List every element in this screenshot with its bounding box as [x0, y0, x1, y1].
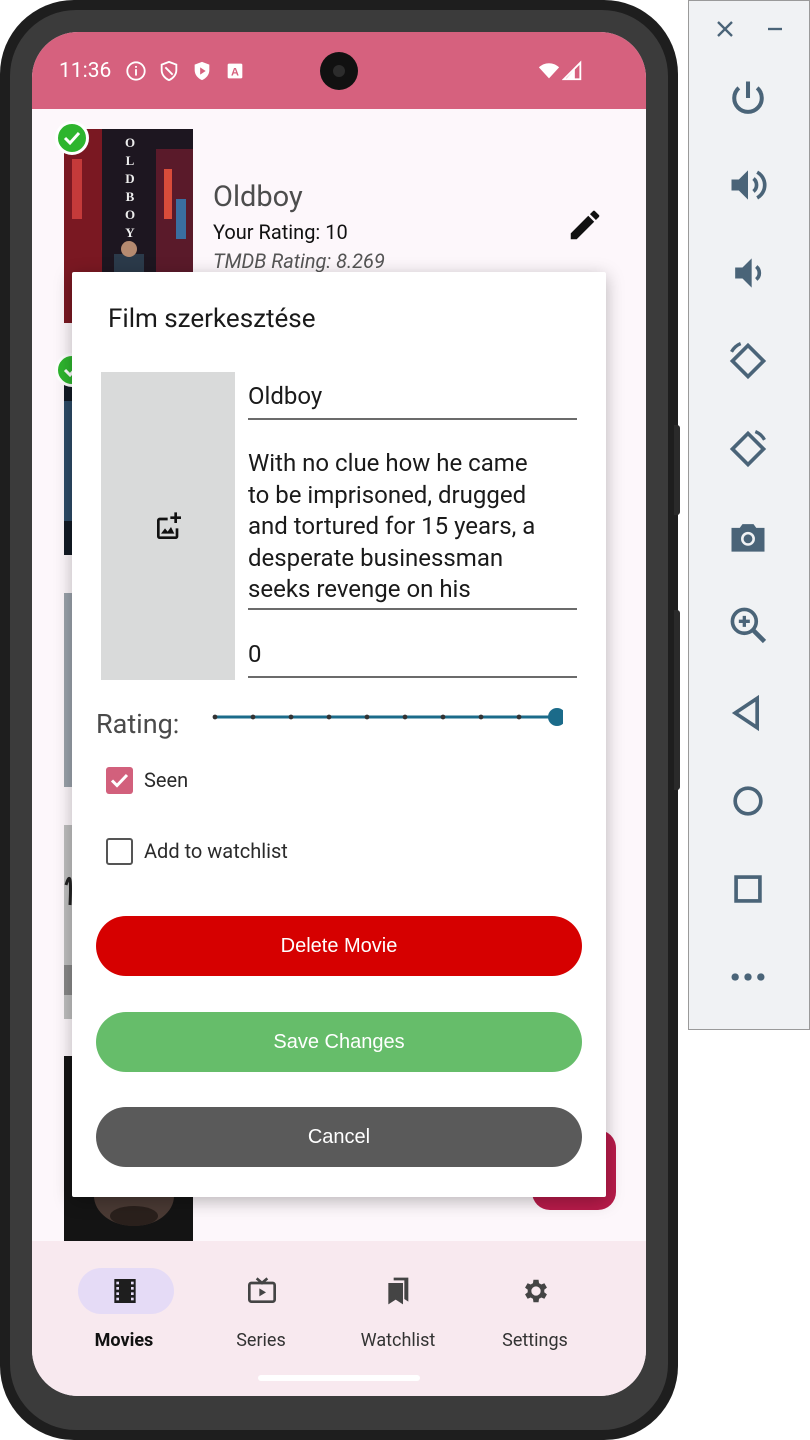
- checkmark-icon: [110, 773, 129, 788]
- emulator-toolbar: [688, 0, 810, 1030]
- signal-icon: [562, 60, 582, 81]
- slider-tick: [250, 714, 256, 720]
- info-icon: [126, 61, 146, 81]
- status-clock: 11:36: [59, 59, 112, 83]
- nav-label-movies: Movies: [94, 1330, 154, 1351]
- description-input[interactable]: With no clue how he came to be imprisone…: [248, 448, 577, 610]
- zoom-button[interactable]: [719, 596, 777, 654]
- watchlist-label: Add to watchlist: [144, 839, 288, 863]
- phone-side-button: [674, 425, 680, 515]
- slider-tick: [440, 714, 446, 720]
- slider-tick: [516, 714, 522, 720]
- dialog-title: Film szerkesztése: [108, 304, 316, 334]
- number-input-value: 0: [248, 640, 262, 668]
- delete-movie-button[interactable]: Delete Movie: [96, 916, 582, 976]
- volume-up-button[interactable]: [719, 156, 777, 214]
- back-icon: [731, 694, 759, 732]
- image-picker[interactable]: [101, 372, 235, 680]
- rotate-left-icon: [729, 342, 767, 380]
- status-bar: 11:36 A: [32, 32, 646, 109]
- home-button[interactable]: [719, 772, 777, 830]
- tv-icon: [248, 1277, 276, 1303]
- slider-tick: [288, 714, 294, 720]
- back-button[interactable]: [719, 684, 777, 742]
- save-changes-button[interactable]: Save Changes: [96, 1012, 582, 1072]
- overview-icon: [734, 875, 762, 903]
- phone-volume-button: [674, 610, 680, 790]
- volume-up-icon: [731, 170, 767, 200]
- rotate-right-icon: [729, 430, 767, 468]
- overview-button[interactable]: [719, 860, 777, 918]
- more-icon: [731, 973, 765, 981]
- nav-label-settings: Settings: [502, 1330, 568, 1351]
- shield-icon: [160, 60, 178, 82]
- watchlist-checkbox[interactable]: [106, 838, 133, 865]
- nav-label-series: Series: [236, 1330, 286, 1351]
- nav-item-watchlist[interactable]: Watchlist: [330, 1259, 466, 1359]
- home-icon: [733, 786, 763, 816]
- rotate-right-button[interactable]: [719, 420, 777, 478]
- rotate-left-button[interactable]: [719, 332, 777, 390]
- seen-checkbox[interactable]: [106, 767, 133, 794]
- cancel-button[interactable]: Cancel: [96, 1107, 582, 1167]
- screenshot-button[interactable]: [719, 508, 777, 566]
- seen-label: Seen: [144, 768, 189, 792]
- camera-icon: [731, 524, 765, 552]
- svg-text:A: A: [231, 67, 239, 79]
- front-camera: [320, 52, 358, 90]
- slider-tick: [402, 714, 408, 720]
- home-indicator[interactable]: [258, 1375, 420, 1381]
- more-button[interactable]: [719, 948, 777, 1006]
- add-photo-icon: [157, 512, 181, 539]
- gear-icon: [525, 1279, 547, 1303]
- slider-thumb[interactable]: [548, 708, 563, 726]
- app-screen: 11:36 A O L D B O Y Oldboy Your Rating: …: [32, 32, 646, 1396]
- volume-down-icon: [735, 258, 762, 288]
- nav-item-series[interactable]: Series: [193, 1259, 329, 1359]
- nav-item-settings[interactable]: Settings: [467, 1259, 603, 1359]
- edit-movie-dialog: Film szerkesztése Oldboy With no clue ho…: [72, 272, 606, 1197]
- rating-label: Rating:: [96, 708, 180, 740]
- nav-item-movies[interactable]: Movies: [56, 1259, 192, 1359]
- wifi-icon: [538, 63, 560, 79]
- slider-tick: [212, 714, 218, 720]
- number-input[interactable]: 0: [248, 637, 577, 678]
- title-input-value: Oldboy: [248, 382, 323, 410]
- title-input[interactable]: Oldboy: [248, 380, 577, 420]
- volume-down-button[interactable]: [719, 244, 777, 302]
- description-input-value: With no clue how he came to be imprisone…: [248, 449, 536, 603]
- slider-tick: [478, 714, 484, 720]
- slider-tick: [326, 714, 332, 720]
- minimize-icon[interactable]: [761, 15, 789, 43]
- zoom-icon: [730, 607, 767, 644]
- slider-tick: [364, 714, 370, 720]
- keyboard-a-icon: A: [227, 63, 243, 79]
- bookmarks-icon: [388, 1277, 409, 1305]
- power-button[interactable]: [719, 69, 777, 127]
- film-icon: [114, 1279, 136, 1303]
- power-icon: [732, 81, 764, 114]
- play-protect-icon: [194, 61, 210, 81]
- close-icon[interactable]: [711, 15, 739, 43]
- rating-slider[interactable]: [211, 704, 563, 730]
- bottom-navigation: Movies Series Watchlist Settings: [32, 1241, 646, 1396]
- nav-label-watchlist: Watchlist: [360, 1330, 436, 1351]
